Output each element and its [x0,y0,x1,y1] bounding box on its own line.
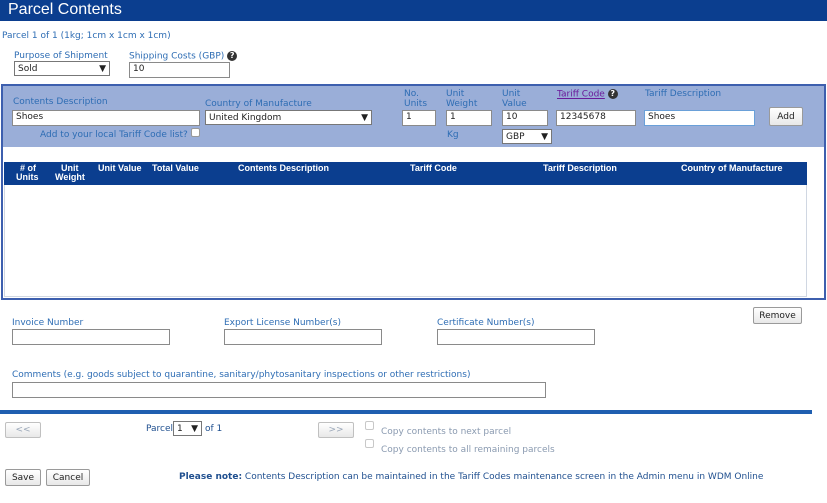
parcel-select-value: 1 [177,423,183,434]
col-contents-description: Contents Description [238,163,330,173]
currency-select[interactable]: GBP ▼ [502,129,552,144]
contents-description-label: Contents Description [13,97,108,107]
shipping-label: Shipping Costs (GBP) ? [129,51,238,62]
shipping-cost-input[interactable]: 10 [129,62,230,78]
help-icon[interactable]: ? [227,51,238,61]
prev-parcel-button[interactable]: << [5,422,41,438]
purpose-label: Purpose of Shipment [14,51,108,61]
unit-value-label-1: Unit [502,89,521,99]
country-label: Country of Manufacture [205,99,312,109]
certificate-label: Certificate Number(s) [437,318,535,328]
col-unit-value: Unit Value [98,163,142,173]
comments-label: Comments (e.g. goods subject to quaranti… [12,370,471,380]
purpose-select[interactable]: Sold ▼ [14,61,110,76]
parcel-select[interactable]: 1 ▼ [173,421,202,436]
chevron-down-icon: ▼ [541,131,548,142]
tariff-code-link[interactable]: Tariff Code [557,90,605,100]
cancel-button[interactable]: Cancel [46,469,90,486]
chevron-down-icon: ▼ [361,112,368,123]
currency-value: GBP [506,131,525,142]
no-units-label-2: Units [404,99,428,109]
purpose-value: Sold [18,63,38,74]
copy-all-label: Copy contents to all remaining parcels [381,445,555,455]
unit-value-input[interactable]: 10 [502,110,548,126]
unit-weight-unit: Kg [447,130,459,140]
copy-next-label: Copy contents to next parcel [381,427,512,437]
next-parcel-button[interactable]: >> [318,422,354,438]
unit-weight-label-1: Unit [446,89,465,99]
unit-value-label-2: Value [502,99,527,109]
add-tariff-label: Add to your local Tariff Code list? [40,130,188,140]
invoice-input[interactable] [12,329,170,345]
chevron-down-icon: ▼ [191,423,198,434]
tariff-description-label: Tariff Description [645,89,722,99]
col-tariff-description: Tariff Description [543,163,617,173]
copy-next-checkbox[interactable] [365,421,374,430]
help-icon[interactable]: ? [607,89,618,99]
export-license-label: Export License Number(s) [224,318,341,328]
tariff-code-label: Tariff Code ? [557,89,618,100]
info-note: Please note: Contents Description can be… [179,472,763,482]
contents-table-body [4,185,807,297]
col-weight-2: Weight [55,172,85,182]
add-tariff-checkbox[interactable] [191,128,200,137]
contents-description-input[interactable]: Shoes [12,110,200,126]
unit-weight-label-2: Weight [446,99,478,109]
col-country: Country of Manufacture [681,163,783,173]
certificate-input[interactable] [437,329,595,345]
parcel-info: Parcel 1 of 1 (1kg; 1cm x 1cm x 1cm) [2,31,171,41]
info-note-bold: Please note: [179,472,243,482]
copy-all-checkbox[interactable] [365,439,374,448]
section-divider [0,410,812,414]
country-value: United Kingdom [209,112,282,123]
tariff-code-input[interactable]: 12345678 [556,110,636,126]
save-button[interactable]: Save [5,469,41,486]
country-select[interactable]: United Kingdom ▼ [205,110,372,125]
add-button[interactable]: Add [769,107,803,126]
comments-input[interactable] [12,382,546,398]
col-tariff-code: Tariff Code [410,163,457,173]
info-note-text: Contents Description can be maintained i… [242,472,764,482]
invoice-label: Invoice Number [12,318,84,328]
col-total-value: Total Value [152,163,199,173]
unit-weight-input[interactable]: 1 [446,110,492,126]
col-units-2: Units [16,172,39,182]
tariff-description-input[interactable]: Shoes [644,110,755,126]
parcel-of-label: of 1 [205,424,223,434]
remove-button[interactable]: Remove [753,307,802,324]
no-units-label-1: No. [404,89,419,99]
no-units-input[interactable]: 1 [402,110,436,126]
export-license-input[interactable] [224,329,382,345]
chevron-down-icon: ▼ [99,63,106,74]
parcel-nav-label: Parcel [146,424,174,434]
shipping-label-text: Shipping Costs (GBP) [129,51,225,62]
page-title: Parcel Contents [0,0,827,21]
